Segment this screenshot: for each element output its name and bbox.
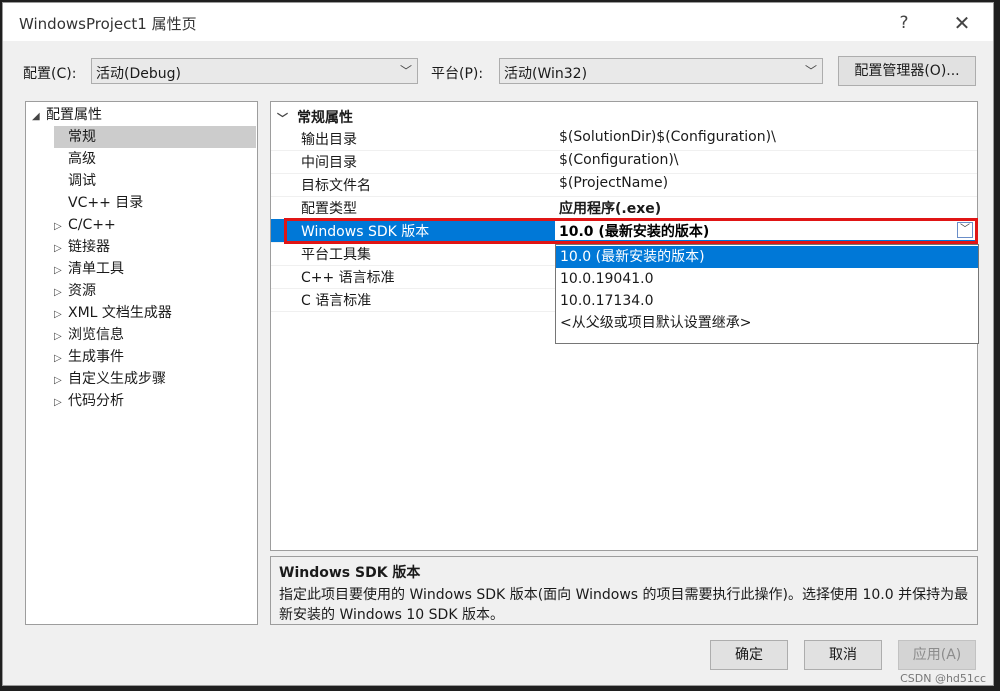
collapsed-triangle-icon: ▷	[54, 397, 62, 408]
tree-item-manifest-tool[interactable]: ▷ 清单工具	[54, 258, 124, 280]
config-combo[interactable]: 活动(Debug) ﹀	[91, 58, 418, 84]
tree-item-label: 高级	[68, 151, 96, 167]
tree-item-label: 清单工具	[68, 261, 124, 277]
apply-button[interactable]: 应用(A)	[898, 640, 976, 670]
chevron-down-icon: ﹀	[399, 64, 412, 78]
property-name: C++ 语言标准	[301, 270, 395, 286]
close-button[interactable]: ✕	[945, 9, 979, 37]
tree-item-code-analysis[interactable]: ▷ 代码分析	[54, 390, 124, 412]
tree-item-browse-info[interactable]: ▷ 浏览信息	[54, 324, 124, 346]
collapsed-triangle-icon: ▷	[54, 375, 62, 386]
property-name: C 语言标准	[301, 293, 372, 309]
tree-item-label: 浏览信息	[68, 327, 124, 343]
property-tree: ◢ 配置属性 常规 高级 调试 VC++ 目录 ▷ C/C++ ▷ 链接器 ▷ 清单工具…	[25, 101, 258, 625]
description-title: Windows SDK 版本	[279, 565, 421, 581]
collapsed-triangle-icon: ▷	[54, 243, 62, 254]
config-value: 活动(Debug)	[96, 66, 181, 82]
tree-item-custom-build[interactable]: ▷ 自定义生成步骤	[54, 368, 166, 390]
cancel-button[interactable]: 取消	[804, 640, 882, 670]
tree-item-vc-directories[interactable]: VC++ 目录	[68, 192, 143, 214]
property-name: 配置类型	[301, 201, 357, 217]
config-manager-button[interactable]: 配置管理器(O)...	[838, 56, 976, 86]
chevron-down-icon: ﹀	[277, 112, 288, 125]
dropdown-option[interactable]: 10.0 (最新安装的版本)	[556, 246, 978, 268]
tree-item-c-cpp[interactable]: ▷ C/C++	[54, 214, 116, 236]
collapsed-triangle-icon: ▷	[54, 221, 62, 232]
ok-button[interactable]: 确定	[710, 640, 788, 670]
tree-item-general[interactable]: 常规	[54, 126, 256, 148]
expanded-triangle-icon: ◢	[32, 111, 40, 122]
property-value: $(Configuration)\	[559, 152, 679, 168]
window-title: WindowsProject1 属性页	[19, 15, 197, 33]
description-panel: Windows SDK 版本 指定此项目要使用的 Windows SDK 版本(…	[270, 556, 978, 625]
property-row-output-dir[interactable]: 输出目录 $(SolutionDir)$(Configuration)\	[271, 127, 977, 151]
dropdown-option[interactable]: 10.0.17134.0	[556, 290, 978, 312]
tree-item-debugging[interactable]: 调试	[68, 170, 96, 192]
tree-item-label: 生成事件	[68, 349, 124, 365]
tree-item-build-events[interactable]: ▷ 生成事件	[54, 346, 124, 368]
collapsed-triangle-icon: ▷	[54, 353, 62, 364]
property-name: 目标文件名	[301, 178, 371, 194]
property-value: 应用程序(.exe)	[559, 201, 662, 217]
tree-item-label: 常规	[68, 129, 96, 145]
section-header[interactable]: ﹀ 常规属性	[277, 107, 353, 127]
tree-item-label: XML 文档生成器	[68, 305, 172, 321]
tree-item-label: C/C++	[68, 217, 116, 233]
tree-item-resources[interactable]: ▷ 资源	[54, 280, 96, 302]
tree-root-label: 配置属性	[46, 107, 102, 123]
property-value: $(SolutionDir)$(Configuration)\	[559, 129, 776, 145]
platform-value: 活动(Win32)	[504, 66, 588, 82]
platform-combo[interactable]: 活动(Win32) ﹀	[499, 58, 823, 84]
tree-item-linker[interactable]: ▷ 链接器	[54, 236, 110, 258]
tree-item-label: 资源	[68, 283, 96, 299]
collapsed-triangle-icon: ▷	[54, 287, 62, 298]
property-pages-dialog: WindowsProject1 属性页 ? ✕ 配置(C): 活动(Debug)…	[2, 2, 994, 686]
property-name: 输出目录	[301, 132, 357, 148]
highlight-annotation-box	[284, 218, 978, 244]
tree-item-label: 调试	[68, 173, 96, 189]
watermark: CSDN @hd51cc	[900, 672, 986, 685]
dropdown-option[interactable]: 10.0.19041.0	[556, 268, 978, 290]
chevron-down-icon: ﹀	[804, 64, 817, 78]
property-name: 平台工具集	[301, 247, 371, 263]
section-title: 常规属性	[297, 110, 353, 126]
tree-item-xml-doc[interactable]: ▷ XML 文档生成器	[54, 302, 172, 324]
tree-item-label: 自定义生成步骤	[68, 371, 166, 387]
config-label: 配置(C):	[23, 66, 77, 82]
collapsed-triangle-icon: ▷	[54, 331, 62, 342]
collapsed-triangle-icon: ▷	[54, 265, 62, 276]
collapsed-triangle-icon: ▷	[54, 309, 62, 320]
title-bar: WindowsProject1 属性页 ? ✕	[3, 3, 993, 41]
tree-item-label: 链接器	[68, 239, 110, 255]
property-row-target-name[interactable]: 目标文件名 $(ProjectName)	[271, 173, 977, 197]
help-button[interactable]: ?	[887, 9, 921, 37]
tree-root-config-properties[interactable]: ◢ 配置属性	[32, 104, 102, 126]
sdk-version-dropdown-list: 10.0 (最新安装的版本) 10.0.19041.0 10.0.17134.0…	[555, 244, 979, 344]
description-text: 指定此项目要使用的 Windows SDK 版本(面向 Windows 的项目需…	[279, 587, 969, 623]
dropdown-option[interactable]: <从父级或项目默认设置继承>	[556, 312, 978, 334]
platform-label: 平台(P):	[431, 66, 484, 82]
tree-item-label: 代码分析	[68, 393, 124, 409]
property-value: $(ProjectName)	[559, 175, 669, 191]
property-row-intermediate-dir[interactable]: 中间目录 $(Configuration)\	[271, 150, 977, 174]
property-row-config-type[interactable]: 配置类型 应用程序(.exe)	[271, 196, 977, 220]
property-name: 中间目录	[301, 155, 357, 171]
tree-item-label: VC++ 目录	[68, 195, 144, 211]
tree-item-advanced[interactable]: 高级	[68, 148, 96, 170]
